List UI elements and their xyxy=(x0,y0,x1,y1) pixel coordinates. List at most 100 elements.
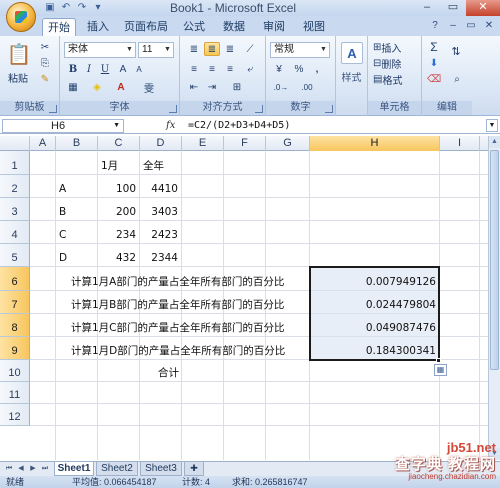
alignment-launcher-icon[interactable] xyxy=(255,105,263,113)
row-header-4[interactable]: 4 xyxy=(0,221,30,244)
sheet-tab-sheet3[interactable]: Sheet3 xyxy=(140,462,182,476)
paste-button-label[interactable]: 粘贴 xyxy=(2,70,34,85)
row-header-10[interactable]: 10 xyxy=(0,360,30,382)
row-header-2[interactable]: 2 xyxy=(0,175,30,198)
minimize-button[interactable]: – xyxy=(414,0,440,16)
decrease-decimal-icon[interactable]: .00 xyxy=(296,80,318,94)
tab-page-layout[interactable]: 页面布局 xyxy=(120,18,172,36)
currency-icon[interactable]: ¥ xyxy=(270,62,288,76)
tab-review[interactable]: 审阅 xyxy=(258,18,290,36)
prev-sheet-icon[interactable]: ◀ xyxy=(16,463,26,475)
cell-h8[interactable]: 0.049087476 xyxy=(310,321,436,335)
sort-filter-icon[interactable]: ⇅ xyxy=(446,40,466,62)
cell-b9[interactable]: 计算1月D部门的产量占全年所有部门的百分比 xyxy=(71,344,285,358)
cell-b7[interactable]: 计算1月B部门的产量占全年所有部门的百分比 xyxy=(71,298,284,312)
row-header-5[interactable]: 5 xyxy=(0,244,30,267)
insert-function-icon[interactable]: fx xyxy=(166,120,180,132)
align-right-icon[interactable]: ≡ xyxy=(222,62,238,76)
row-header-11[interactable]: 11 xyxy=(0,382,30,404)
format-painter-icon[interactable]: ✎ xyxy=(38,72,52,86)
increase-indent-icon[interactable]: ⇥ xyxy=(204,80,220,94)
cell-h9[interactable]: 0.184300341 xyxy=(310,344,436,358)
number-launcher-icon[interactable] xyxy=(325,105,333,113)
cell-d3[interactable]: 3403 xyxy=(140,205,178,219)
find-select-icon[interactable]: ⌕ xyxy=(448,72,466,86)
column-header-a[interactable]: A xyxy=(30,136,56,151)
bold-icon[interactable]: B xyxy=(66,62,80,76)
clipboard-launcher-icon[interactable] xyxy=(49,105,57,113)
align-middle-icon[interactable]: ≣ xyxy=(204,42,220,56)
cell-c2[interactable]: 100 xyxy=(98,182,136,196)
delete-cells-button[interactable]: ⊟ 删除 xyxy=(372,56,420,71)
orientation-icon[interactable]: ⟋ xyxy=(242,42,258,56)
redo-icon[interactable]: ↷ xyxy=(76,2,88,14)
phonetic-icon[interactable]: 雯 xyxy=(142,80,156,95)
fill-color-icon[interactable]: ◈ xyxy=(90,80,104,94)
vertical-scroll-thumb[interactable] xyxy=(490,150,499,370)
column-header-i[interactable]: I xyxy=(440,136,480,151)
cell-b3[interactable]: B xyxy=(59,205,66,219)
column-header-f[interactable]: F xyxy=(224,136,266,151)
tab-formulas[interactable]: 公式 xyxy=(178,18,210,36)
italic-icon[interactable]: I xyxy=(82,62,96,76)
column-header-c[interactable]: C xyxy=(98,136,140,151)
sheet-tab-sheet1[interactable]: Sheet1 xyxy=(54,462,94,476)
cell-c4[interactable]: 234 xyxy=(98,228,136,242)
column-header-g[interactable]: G xyxy=(266,136,310,151)
cell-d2[interactable]: 4410 xyxy=(140,182,178,196)
tab-view[interactable]: 视图 xyxy=(298,18,330,36)
tab-data[interactable]: 数据 xyxy=(218,18,250,36)
cut-icon[interactable]: ✂ xyxy=(38,40,52,54)
cell-d4[interactable]: 2423 xyxy=(140,228,178,242)
save-icon[interactable]: ▣ xyxy=(44,2,56,14)
office-button[interactable] xyxy=(6,2,36,32)
name-box[interactable]: H6 ▼ xyxy=(2,119,124,133)
wrap-text-icon[interactable]: ⤶ xyxy=(242,62,258,76)
last-sheet-icon[interactable]: ⏭ xyxy=(40,463,50,475)
decrease-indent-icon[interactable]: ⇤ xyxy=(186,80,202,94)
styles-icon[interactable]: A xyxy=(341,42,363,64)
tab-insert[interactable]: 插入 xyxy=(82,18,114,36)
column-header-b[interactable]: B xyxy=(56,136,98,151)
worksheet-grid[interactable]: ABCDEFGHI 1 2 3 4 5 6 7 8 9 10 11 12 1月 全年 A 100 4410 B 2… xyxy=(0,136,488,460)
first-sheet-icon[interactable]: ⏮ xyxy=(4,463,14,475)
percent-icon[interactable]: % xyxy=(292,62,306,76)
fill-handle[interactable] xyxy=(436,358,441,363)
sheet-tab-sheet2[interactable]: Sheet2 xyxy=(96,462,138,476)
increase-decimal-icon[interactable]: .0→ xyxy=(270,80,292,94)
comma-style-icon[interactable]: , xyxy=(310,62,324,76)
cell-c3[interactable]: 200 xyxy=(98,205,136,219)
close-button[interactable]: ✕ xyxy=(466,0,500,16)
paste-icon[interactable]: 📋 xyxy=(6,40,32,68)
cell-d1[interactable]: 全年 xyxy=(143,159,164,173)
column-header-h[interactable]: H xyxy=(310,136,440,151)
row-header-3[interactable]: 3 xyxy=(0,198,30,221)
merge-center-icon[interactable]: ⊞ xyxy=(226,80,248,94)
number-format-combo[interactable]: 常规 ▼ xyxy=(270,42,330,58)
underline-icon[interactable]: U xyxy=(98,62,112,76)
auto-fill-options-icon[interactable]: ▦ xyxy=(434,364,447,376)
format-cells-button[interactable]: ▤ 格式 xyxy=(372,72,420,87)
insert-cells-button[interactable]: ⊞ 插入 xyxy=(372,40,420,55)
insert-sheet-icon[interactable]: ✚ xyxy=(184,462,204,476)
expand-formula-bar-icon[interactable]: ▼ xyxy=(486,119,498,132)
clear-icon[interactable]: ⌫ xyxy=(426,72,442,86)
cell-h6[interactable]: 0.007949126 xyxy=(310,275,436,289)
cell-b2[interactable]: A xyxy=(59,182,66,196)
cell-d10[interactable]: 合计 xyxy=(158,366,179,380)
row-header-9[interactable]: 9 xyxy=(0,337,30,360)
cell-h7[interactable]: 0.024479804 xyxy=(310,298,436,312)
cell-c1[interactable]: 1月 xyxy=(101,159,118,173)
row-header-1[interactable]: 1 xyxy=(0,151,30,175)
help-icon[interactable]: ? xyxy=(428,19,442,33)
formula-input[interactable]: =C2/(D2+D3+D4+D5) xyxy=(188,118,290,134)
cell-b8[interactable]: 计算1月C部门的产量占全年所有部门的百分比 xyxy=(71,321,285,335)
next-sheet-icon[interactable]: ▶ xyxy=(28,463,38,475)
copy-icon[interactable]: ⎘ xyxy=(38,56,52,70)
grow-font-icon[interactable]: A xyxy=(116,62,130,76)
cell-c5[interactable]: 432 xyxy=(98,251,136,265)
cell-b4[interactable]: C xyxy=(59,228,66,242)
customize-icon[interactable]: ▾ xyxy=(92,2,104,14)
row-header-6[interactable]: 6 xyxy=(0,267,30,291)
undo-icon[interactable]: ↶ xyxy=(60,2,72,14)
